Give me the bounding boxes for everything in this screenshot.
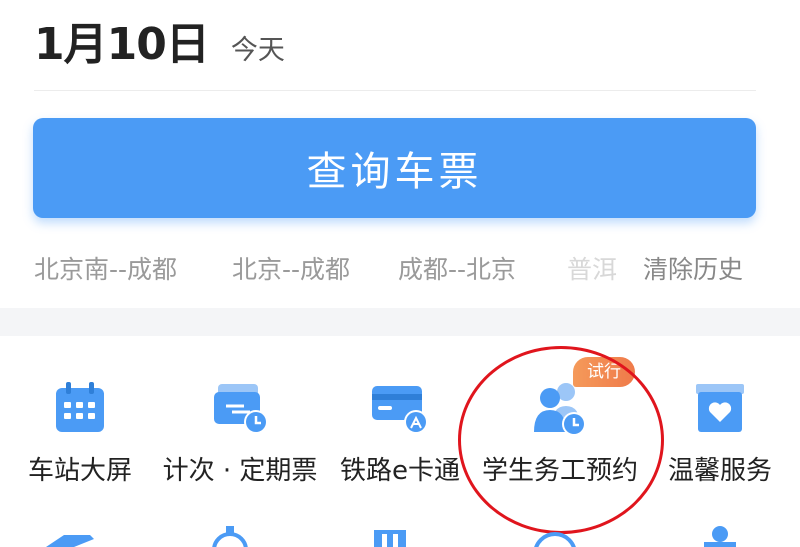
history-item[interactable]: 北京南--成都 [34, 250, 177, 286]
trial-badge: 试行 [573, 357, 635, 387]
card-train-icon [372, 386, 428, 434]
building-icon[interactable] [360, 520, 420, 547]
date-main: 1月10日 [34, 19, 210, 70]
section-separator [0, 308, 800, 336]
service-label: 学生务工预约 [481, 456, 638, 486]
date-row[interactable]: 1月10日 今天 [34, 8, 285, 70]
history-item-faded[interactable]: 普洱 [567, 250, 623, 286]
date-today-label: 今天 [230, 35, 285, 66]
search-history: 北京南--成都 北京--成都 成都--北京 普洱 清除历史 [34, 250, 764, 290]
service-grid: 车站大屏 计次 · 定期票 铁路e卡通 学生务工预约 温馨服务 [0, 336, 800, 547]
service-label: 车站大屏 [27, 456, 132, 486]
history-item[interactable]: 北京--成都 [232, 250, 350, 286]
clear-history-button[interactable]: 清除历史 [643, 250, 743, 286]
divider [34, 90, 756, 91]
calendar-grid-icon [56, 382, 104, 432]
clock-top-icon[interactable] [200, 520, 260, 547]
service-label: 计次 · 定期票 [162, 456, 318, 486]
service-station-screen[interactable]: 车站大屏 [0, 336, 160, 506]
service-warm-service[interactable]: 温馨服务 [640, 336, 800, 506]
history-item[interactable]: 成都--北京 [398, 250, 516, 286]
plane-icon[interactable] [40, 520, 100, 547]
service-railway-ecard[interactable]: 铁路e卡通 [320, 336, 480, 506]
query-tickets-button[interactable]: 查询车票 [33, 118, 756, 218]
service-label: 铁路e卡通 [340, 456, 460, 486]
circle-partial-icon[interactable] [525, 520, 585, 547]
service-period-ticket[interactable]: 计次 · 定期票 [160, 336, 320, 506]
query-tickets-label: 查询车票 [306, 149, 483, 195]
ticket-clock-icon [214, 384, 268, 434]
service-label: 温馨服务 [667, 456, 772, 486]
person-partial-icon[interactable] [690, 520, 750, 547]
heart-box-icon [696, 384, 744, 432]
